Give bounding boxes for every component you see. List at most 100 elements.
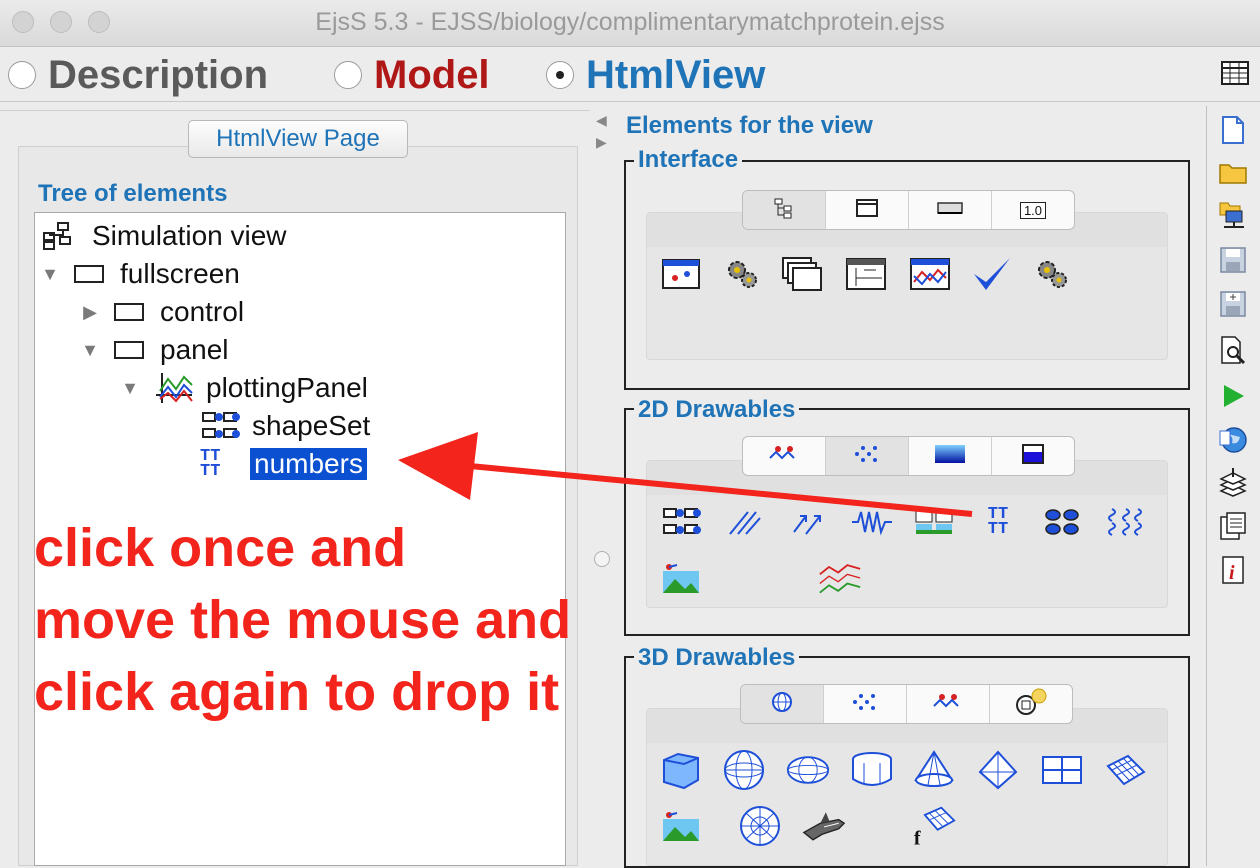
segments-icon[interactable] (722, 502, 766, 542)
shape-set-icon[interactable] (659, 502, 703, 542)
search-icon[interactable] (1216, 334, 1250, 366)
mode-bar: Description Model HtmlView (0, 47, 1260, 102)
sphere-icon[interactable] (722, 750, 766, 790)
drawables-3d-tab-transformations[interactable] (990, 685, 1072, 723)
expanded-triangle-icon[interactable]: ▼ (120, 378, 140, 399)
tree-item-simulation-view[interactable]: Simulation view (40, 218, 287, 254)
splitter-handle[interactable] (594, 551, 610, 567)
run-icon[interactable] (1216, 380, 1250, 412)
image-icon[interactable] (659, 558, 703, 598)
button-icon (936, 200, 964, 221)
tree-item-label: fullscreen (120, 258, 240, 289)
drawables-3d-tab-trails[interactable] (907, 685, 990, 723)
tree-item-plottingpanel[interactable]: ▼ plottingPanel (120, 370, 368, 406)
mode-model[interactable]: Model (334, 53, 490, 97)
elements-heading: Elements for the view (626, 112, 873, 139)
tree-item-panel[interactable]: ▼ panel (80, 332, 229, 368)
svg-text:f: f (914, 827, 921, 848)
number-field-icon: 1.0 (1019, 201, 1047, 219)
rotation-icon (1014, 687, 1048, 722)
web-icon[interactable] (1216, 424, 1250, 456)
tree-item-label: numbers (250, 448, 367, 480)
arrows-icon[interactable] (786, 502, 830, 542)
cylinder-icon[interactable] (850, 750, 894, 790)
expanded-triangle-icon[interactable]: ▼ (80, 340, 100, 361)
drawables-2d-tab-fields[interactable] (909, 437, 992, 475)
particles-icon (851, 692, 879, 717)
drawables-2d-group-title: 2D Drawables (634, 396, 800, 424)
tree-item-numbers[interactable]: TT TT numbers (200, 446, 367, 482)
traces-icon[interactable] (818, 558, 862, 598)
mode-description-label: Description (48, 53, 269, 97)
text-set-icon: TT TT (200, 447, 221, 481)
tree-item-shapeset[interactable]: shapeSet (200, 408, 370, 444)
save-icon[interactable] (1216, 244, 1250, 276)
text-set-icon[interactable]: TT TT (976, 502, 1020, 542)
collapse-right-arrow-icon[interactable]: ▶ (596, 134, 607, 151)
diamond-icon[interactable] (976, 750, 1020, 790)
image-icon[interactable] (659, 806, 703, 846)
interface-tab-windows[interactable] (826, 191, 909, 229)
open-folder-icon[interactable] (1216, 156, 1250, 188)
gear-icon[interactable] (1030, 254, 1074, 294)
drawables-3d-group-title: 3D Drawables (634, 644, 800, 672)
tree-item-label: shapeSet (252, 410, 371, 441)
mode-htmlview[interactable]: HtmlView (546, 53, 765, 97)
htmlview-page-tab[interactable]: HtmlView Page (188, 120, 408, 158)
disk-icon[interactable] (738, 806, 782, 846)
save-as-icon[interactable] (1216, 288, 1250, 320)
checkmark-icon[interactable] (970, 254, 1014, 294)
plane-icon[interactable] (1040, 750, 1084, 790)
ellipses-icon[interactable] (1040, 502, 1084, 542)
table-view-icon[interactable] (1220, 59, 1250, 87)
mode-htmlview-label: HtmlView (586, 53, 766, 97)
trace-panel-icon[interactable] (908, 254, 952, 294)
sphere-icon (771, 691, 793, 718)
description-radio[interactable] (8, 61, 36, 89)
function-surface-icon[interactable]: f (912, 806, 956, 848)
tree-item-label: panel (160, 334, 229, 365)
expanded-triangle-icon[interactable]: ▼ (40, 264, 60, 285)
clipboard-icon[interactable] (1216, 510, 1250, 542)
shuttle-icon[interactable] (802, 806, 846, 846)
model-radio[interactable] (334, 61, 362, 89)
info-icon[interactable]: i (1216, 554, 1250, 586)
drawables-3d-tab-particles[interactable] (824, 685, 907, 723)
svg-text:i: i (1229, 562, 1235, 584)
annotation-line-3: click again to drop it (34, 662, 560, 722)
interface-tab-containers[interactable] (743, 191, 826, 229)
images-icon[interactable] (912, 502, 956, 542)
surface-icon[interactable] (1104, 750, 1148, 790)
multi-window-icon[interactable] (780, 254, 824, 294)
drawables-2d-tab-tanks[interactable] (992, 437, 1074, 475)
mode-description[interactable]: Description (8, 53, 268, 97)
window-title: EjsS 5.3 - EJSS/biology/complimentarymat… (315, 8, 945, 36)
springs-set-icon[interactable] (1104, 502, 1148, 542)
gear-icon[interactable] (720, 254, 764, 294)
layers-icon[interactable] (1216, 466, 1250, 498)
drawables-2d-tab-trails[interactable] (743, 437, 826, 475)
simulation-view-icon (40, 221, 76, 251)
interface-tab-buttons[interactable] (909, 191, 992, 229)
collapsed-triangle-icon[interactable]: ▶ (80, 302, 100, 323)
drawables-2d-tab-particles[interactable] (826, 437, 909, 475)
tank-icon (1021, 443, 1045, 470)
spring-icon[interactable] (850, 502, 894, 542)
new-file-icon[interactable] (1216, 114, 1250, 146)
tree-icon (772, 197, 796, 224)
open-network-icon[interactable] (1216, 198, 1250, 230)
ellipsoid-icon[interactable] (786, 750, 830, 790)
drawables-3d-tab-basic[interactable] (741, 685, 824, 723)
box-icon[interactable] (659, 750, 703, 790)
drawables-2d-subtabs (742, 436, 1075, 476)
trail-icon (932, 692, 964, 717)
interface-tab-fields[interactable]: 1.0 (992, 191, 1074, 229)
tree-item-fullscreen[interactable]: ▼ fullscreen (40, 256, 240, 292)
collapse-left-arrow-icon[interactable]: ◀ (596, 112, 607, 129)
chart-panel-icon[interactable] (844, 254, 888, 294)
cone-icon[interactable] (912, 750, 956, 790)
window-icon (855, 198, 879, 223)
plotting-panel-icon[interactable] (659, 254, 703, 294)
htmlview-radio[interactable] (546, 61, 574, 89)
tree-item-control[interactable]: ▶ control (80, 294, 244, 330)
